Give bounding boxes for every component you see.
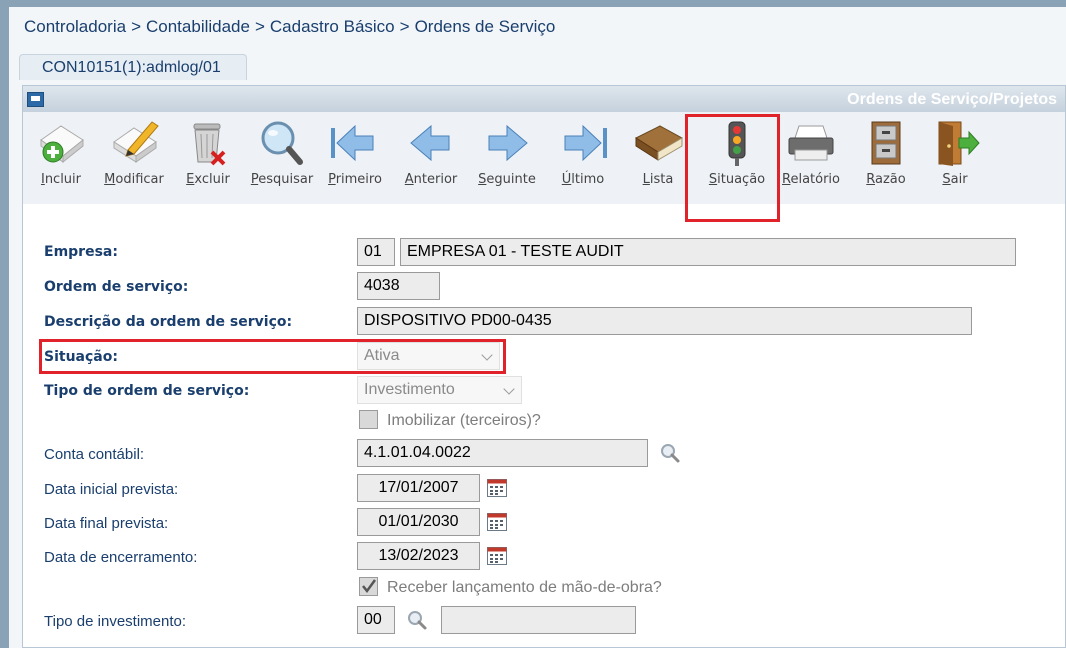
checkmark-icon [362,579,377,594]
sair-button[interactable]: Sair [917,112,993,204]
breadcrumb-item[interactable]: Ordens de Serviço [415,17,556,36]
ordem-label: Ordem de serviço: [44,279,189,295]
calendar-icon[interactable] [487,479,507,497]
app-frame: Controladoria > Contabilidade > Cadastro Bás… [9,7,1066,648]
conta-label: Conta contábil: [44,446,145,463]
breadcrumb-separator: > [131,17,141,36]
exit-door-icon [938,121,980,166]
breadcrumb-separator: > [254,17,265,36]
empresa-code-field[interactable]: 01 [357,238,395,266]
primeiro-button[interactable]: Primeiro [317,112,393,204]
excluir-button[interactable]: Excluir [170,112,246,204]
modificar-label: Modificar [104,172,164,187]
ledger-cabinet-icon [871,121,901,165]
window-titlebar: Ordens de Serviço/Projetos [23,86,1065,112]
trash-icon [193,123,226,166]
incluir-button[interactable]: Incluir [23,112,99,204]
sair-label: Sair [942,172,968,187]
breadcrumb-item[interactable]: Controladoria [24,17,126,36]
situacao-field-highlight [39,339,506,374]
razao-label: Razão [866,172,906,187]
anterior-button[interactable]: Anterior [393,112,469,204]
tipo-investimento-code-field[interactable]: 00 [357,606,395,634]
descricao-label: Descrição da ordem de serviço: [44,314,293,330]
tipo-ordem-label: Tipo de ordem de serviço: [44,383,250,399]
seguinte-button[interactable]: Seguinte [469,112,545,204]
data-encerramento-label: Data de encerramento: [44,549,198,566]
anterior-label: Anterior [404,172,458,187]
ultimo-button[interactable]: Último [545,112,621,204]
data-inicial-label: Data inicial prevista: [44,481,179,498]
conta-field[interactable]: 4.1.01.04.0022 [357,439,648,467]
data-final-label: Data final prevista: [44,515,169,532]
excluir-label: Excluir [186,172,230,187]
calendar-icon[interactable] [487,547,507,565]
primeiro-label: Primeiro [328,172,382,187]
search-icon[interactable] [406,609,428,631]
next-record-icon [488,124,528,162]
tipo-ordem-value: Investimento [364,381,455,398]
ultimo-label: Último [561,172,605,187]
modificar-button[interactable]: Modificar [96,112,172,204]
pesquisar-button[interactable]: Pesquisar [244,112,320,204]
ordem-field[interactable]: 4038 [357,272,440,300]
printer-icon [788,125,834,161]
pesquisar-label: Pesquisar [250,172,314,187]
window-icon[interactable] [27,92,44,107]
seguinte-label: Seguinte [478,172,536,187]
previous-record-icon [410,124,450,162]
relatorio-button[interactable]: Relatório [773,112,849,204]
last-record-icon [564,124,607,162]
calendar-icon[interactable] [487,513,507,531]
book-icon [634,125,684,161]
tipo-investimento-name-field[interactable] [441,606,636,634]
tipo-ordem-select[interactable]: Investimento [357,376,522,404]
empresa-name-field[interactable]: EMPRESA 01 - TESTE AUDIT [400,238,1016,266]
data-final-field[interactable]: 01/01/2030 [357,508,480,536]
window-panel: Ordens de Serviço/Projetos Incluir Modif… [22,85,1066,648]
breadcrumb-item[interactable]: Cadastro Básico [270,17,395,36]
search-icon[interactable] [659,442,681,464]
relatorio-label: Relatório [782,172,840,187]
imobilizar-label: Imobilizar (terceiros)? [387,412,541,429]
receber-label: Receber lançamento de mão-de-obra? [387,579,662,596]
razao-button[interactable]: Razão [848,112,924,204]
edit-document-icon [113,121,159,163]
data-inicial-field[interactable]: 17/01/2007 [357,474,480,502]
window-title: Ordens de Serviço/Projetos [847,91,1057,108]
imobilizar-checkbox[interactable] [359,410,378,429]
chevron-down-icon [503,383,515,395]
tab-con10151[interactable]: CON10151(1):admlog/01 [19,54,247,80]
data-encerramento-field[interactable]: 13/02/2023 [357,542,480,570]
incluir-label: Incluir [40,172,82,187]
empresa-label: Empresa: [44,244,118,260]
magnifier-icon [261,121,303,165]
tipo-investimento-label: Tipo de investimento: [44,613,187,630]
add-document-icon [40,125,84,164]
descricao-field[interactable]: DISPOSITIVO PD00-0435 [357,307,972,335]
breadcrumb: Controladoria > Contabilidade > Cadastro Bás… [24,17,555,37]
receber-checkbox[interactable] [359,577,378,596]
situacao-button-highlight [685,114,780,222]
breadcrumb-item[interactable]: Contabilidade [146,17,250,36]
breadcrumb-separator: > [399,17,410,36]
toolbar: Incluir Modificar Excluir Pesquisar Prim… [23,112,1065,204]
first-record-icon [331,124,374,162]
